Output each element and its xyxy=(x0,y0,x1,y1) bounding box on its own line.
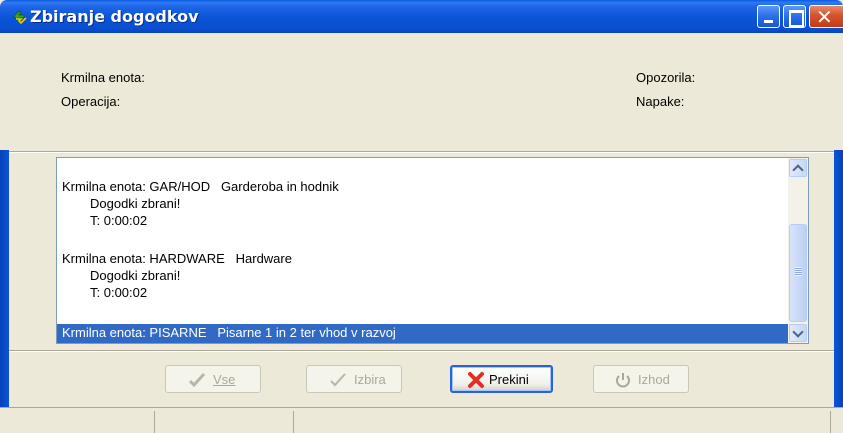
scroll-down-button[interactable] xyxy=(789,324,807,342)
control-unit-label: Krmilna enota: xyxy=(61,70,145,85)
list-item[interactable]: T: 0:00:02 xyxy=(90,285,147,300)
close-icon: ✕ xyxy=(816,7,833,29)
window-title: Zbiranje dogodkov xyxy=(30,7,199,26)
selection-button-label: Izbira xyxy=(354,372,386,387)
scroll-thumb[interactable] xyxy=(789,224,807,322)
exit-button[interactable]: Izhod xyxy=(593,365,689,393)
log-content[interactable]: Krmilna enota: GAR/HOD Garderoba in hodn… xyxy=(57,158,788,343)
separator-bottom xyxy=(9,350,834,352)
status-bar xyxy=(0,407,843,433)
power-icon xyxy=(616,373,630,388)
all-button-label: Vse xyxy=(213,372,236,387)
vertical-scrollbar[interactable] xyxy=(788,158,808,343)
list-item[interactable]: Dogodki zbrani! xyxy=(90,268,180,283)
close-button[interactable]: ✕ xyxy=(809,5,843,29)
list-item[interactable]: T: 0:00:02 xyxy=(90,213,147,228)
list-item[interactable]: Dogodki zbrani! xyxy=(90,196,180,211)
check-icon xyxy=(188,372,206,388)
stop-button[interactable]: Prekini xyxy=(450,365,553,393)
all-button[interactable]: Vse xyxy=(165,365,261,393)
errors-label: Napake: xyxy=(636,94,685,109)
stop-button-label: Prekini xyxy=(489,372,529,387)
scroll-up-button[interactable] xyxy=(789,159,807,177)
minimize-button[interactable] xyxy=(757,5,780,28)
status-panel xyxy=(293,411,294,433)
separator-top xyxy=(9,151,834,153)
warnings-label: Opozorila: xyxy=(636,70,696,85)
event-log-list[interactable]: Krmilna enota: GAR/HOD Garderoba in hodn… xyxy=(56,157,809,344)
status-panel xyxy=(830,411,831,433)
grip-icon xyxy=(795,267,802,276)
info-panel: Krmilna enota: Operacija: Opozorila: Nap… xyxy=(0,33,843,150)
list-item-selected[interactable]: Krmilna enota: PISARNE Pisarne 1 in 2 te… xyxy=(57,324,788,343)
x-icon xyxy=(468,372,484,388)
exit-button-label: Izhod xyxy=(638,372,670,387)
event-collection-window: Zbiranje dogodkov ✕ Krmilna enota: Opera… xyxy=(0,0,843,433)
title-bar[interactable]: Zbiranje dogodkov ✕ xyxy=(0,0,843,33)
app-icon xyxy=(13,10,27,25)
status-panel xyxy=(154,411,155,433)
check-icon xyxy=(330,373,346,387)
operation-label: Operacija: xyxy=(61,94,121,109)
list-item[interactable]: Krmilna enota: GAR/HOD Garderoba in hodn… xyxy=(62,179,339,194)
maximize-button[interactable] xyxy=(783,5,806,28)
selected-item-text: Krmilna enota: PISARNE Pisarne 1 in 2 te… xyxy=(62,325,396,340)
list-item[interactable]: Krmilna enota: HARDWARE Hardware xyxy=(62,251,292,266)
selection-button[interactable]: Izbira xyxy=(306,365,402,393)
